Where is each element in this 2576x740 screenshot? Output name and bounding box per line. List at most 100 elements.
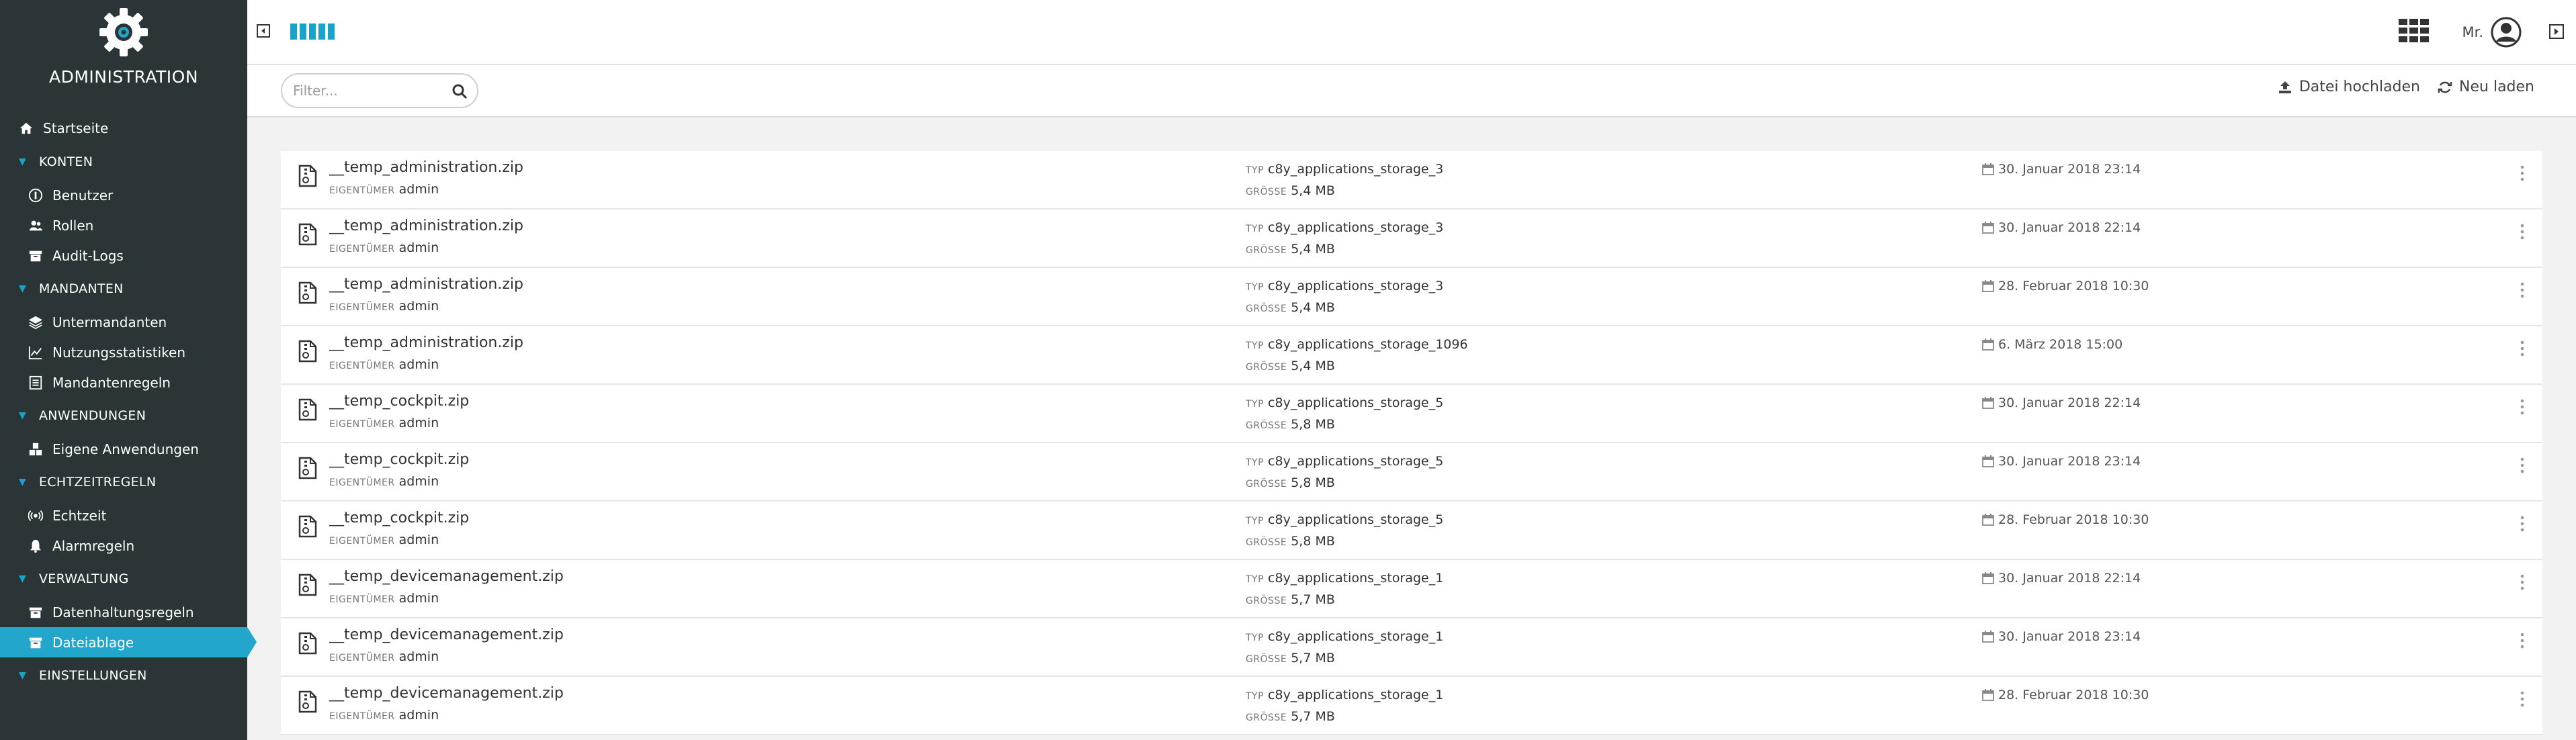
size-value: 5,8 MB [1291, 534, 1335, 549]
size-value: 5,7 MB [1291, 651, 1335, 665]
file-row[interactable]: __temp_cockpit.zip EIGENTÜMER admin TYP c8… [281, 502, 2542, 560]
sidebar-section-anwendungen[interactable]: ▼ ANWENDUNGEN [0, 398, 247, 434]
sidebar-item-dateiablage[interactable]: Dateiablage [0, 627, 257, 657]
reload-button[interactable]: Neu laden [2438, 79, 2534, 95]
file-row[interactable]: __temp_devicemanagement.zip EIGENTÜMER ad… [281, 677, 2542, 735]
more-actions-icon[interactable] [2520, 340, 2525, 357]
file-name[interactable]: __temp_devicemanagement.zip [329, 568, 564, 585]
file-name[interactable]: __temp_cockpit.zip [329, 451, 469, 468]
sidebar-section-mandanten[interactable]: ▼ MANDANTEN [0, 271, 247, 307]
file-name[interactable]: __temp_cockpit.zip [329, 393, 469, 410]
brand: ADMINISTRATION [0, 0, 247, 107]
file-row[interactable]: __temp_devicemanagement.zip EIGENTÜMER ad… [281, 560, 2542, 618]
file-type: TYP c8y_applications_storage_5 [1246, 396, 1443, 410]
app-switcher-icon[interactable] [2399, 19, 2430, 43]
sidebar-item-startseite[interactable]: Startseite [0, 113, 247, 144]
file-zip-icon [298, 515, 317, 538]
bell-icon [27, 537, 44, 555]
size-value: 5,4 MB [1291, 300, 1335, 315]
file-row[interactable]: __temp_cockpit.zip EIGENTÜMER admin TYP c8… [281, 385, 2542, 443]
file-type: TYP c8y_applications_storage_1096 [1246, 337, 1468, 352]
user-avatar-icon[interactable] [2490, 16, 2522, 48]
file-row[interactable]: __temp_administration.zip EIGENTÜMER admi… [281, 151, 2542, 210]
file-zip-icon [298, 398, 317, 421]
file-row[interactable]: __temp_cockpit.zip EIGENTÜMER admin TYP c8… [281, 443, 2542, 502]
file-name[interactable]: __temp_devicemanagement.zip [329, 627, 564, 643]
file-name[interactable]: __temp_devicemanagement.zip [329, 685, 564, 702]
sidebar-item-mandantenregeln[interactable]: Mandantenregeln [0, 367, 247, 398]
sidebar-item-rollen[interactable]: Rollen [0, 210, 247, 240]
file-row[interactable]: __temp_administration.zip EIGENTÜMER admi… [281, 326, 2542, 385]
sidebar-item-label: Mandantenregeln [52, 374, 171, 391]
file-size: GRÖSSE 5,4 MB [1246, 242, 1335, 257]
file-name[interactable]: __temp_cockpit.zip [329, 510, 469, 526]
archive-icon [27, 247, 44, 265]
size-value: 5,7 MB [1291, 709, 1335, 724]
calendar-icon [1982, 222, 1994, 234]
file-name[interactable]: __temp_administration.zip [329, 276, 523, 293]
sidebar-item-label: Startseite [43, 120, 109, 136]
sidebar-item-alarmregeln[interactable]: Alarmregeln [0, 530, 247, 561]
sidebar-section-verwaltung[interactable]: ▼ VERWALTUNG [0, 561, 247, 597]
file-owner: EIGENTÜMER admin [329, 299, 439, 314]
owner-label: EIGENTÜMER [329, 302, 395, 313]
sidebar-item-audit-logs[interactable]: Audit-Logs [0, 240, 247, 271]
file-zip-icon [298, 165, 317, 187]
collapse-right-panel-icon[interactable] [2549, 24, 2564, 39]
more-actions-icon[interactable] [2520, 690, 2525, 708]
sidebar-item-label: Datenhaltungsregeln [52, 604, 194, 620]
chart-icon [27, 344, 44, 361]
file-name[interactable]: __temp_administration.zip [329, 218, 523, 234]
file-name[interactable]: __temp_administration.zip [329, 159, 523, 176]
sidebar-item-datenhaltungsregeln[interactable]: Datenhaltungsregeln [0, 597, 247, 627]
sidebar-item-untermandanten[interactable]: Untermandanten [0, 307, 247, 337]
more-actions-icon[interactable] [2520, 515, 2525, 533]
sidebar-item-nutzungsstatistiken[interactable]: Nutzungsstatistiken [0, 337, 247, 367]
file-size: GRÖSSE 5,8 MB [1246, 475, 1335, 490]
sidebar-section-konten[interactable]: ▼ KONTEN [0, 144, 247, 180]
user-name-label[interactable]: Mr. [2462, 24, 2484, 40]
more-actions-icon[interactable] [2520, 457, 2525, 474]
type-value: c8y_applications_storage_5 [1268, 512, 1444, 527]
file-row[interactable]: __temp_administration.zip EIGENTÜMER admi… [281, 268, 2542, 326]
type-label: TYP [1246, 165, 1264, 176]
sidebar-item-label: Benutzer [52, 187, 114, 203]
file-row[interactable]: __temp_administration.zip EIGENTÜMER admi… [281, 210, 2542, 268]
more-actions-icon[interactable] [2520, 632, 2525, 649]
type-label: TYP [1246, 282, 1264, 293]
collapse-sidebar-icon[interactable] [257, 24, 270, 38]
sidebar-section-title: MANDANTEN [39, 281, 124, 296]
more-actions-icon[interactable] [2520, 573, 2525, 591]
file-date: 30. Januar 2018 22:14 [1982, 220, 2141, 235]
calendar-icon [1982, 572, 1994, 584]
file-name[interactable]: __temp_administration.zip [329, 334, 523, 351]
sidebar-item-echtzeit[interactable]: Echtzeit [0, 500, 247, 530]
file-zip-icon [298, 457, 317, 479]
file-size: GRÖSSE 5,7 MB [1246, 651, 1335, 665]
sidebar-section-echtzeitregeln[interactable]: ▼ ECHTZEITREGELN [0, 464, 247, 500]
user-icon [27, 187, 44, 204]
owner-label: EIGENTÜMER [329, 244, 395, 255]
more-actions-icon[interactable] [2520, 165, 2525, 182]
filter-input[interactable] [293, 81, 441, 100]
sidebar-item-benutzer[interactable]: Benutzer [0, 180, 247, 210]
size-value: 5,4 MB [1291, 242, 1335, 257]
upload-file-button[interactable]: Datei hochladen [2278, 79, 2420, 95]
sidebar-item-eigene-anwendungen[interactable]: Eigene Anwendungen [0, 434, 247, 464]
owner-value: admin [398, 240, 439, 255]
file-owner: EIGENTÜMER admin [329, 240, 439, 255]
file-size: GRÖSSE 5,4 MB [1246, 359, 1335, 373]
type-value: c8y_applications_storage_3 [1268, 162, 1444, 177]
file-type: TYP c8y_applications_storage_1 [1246, 688, 1443, 702]
more-actions-icon[interactable] [2520, 398, 2525, 416]
search-icon[interactable] [452, 83, 468, 99]
roles-icon [27, 217, 44, 234]
more-actions-icon[interactable] [2520, 223, 2525, 240]
sidebar-section-einstellungen[interactable]: ▼ EINSTELLUNGEN [0, 657, 247, 694]
file-type: TYP c8y_applications_storage_5 [1246, 512, 1443, 527]
list-icon [27, 374, 44, 391]
sidebar-item-label: Nutzungsstatistiken [52, 344, 186, 361]
file-row[interactable]: __temp_devicemanagement.zip EIGENTÜMER ad… [281, 618, 2542, 677]
more-actions-icon[interactable] [2520, 281, 2525, 299]
size-value: 5,8 MB [1291, 417, 1335, 432]
